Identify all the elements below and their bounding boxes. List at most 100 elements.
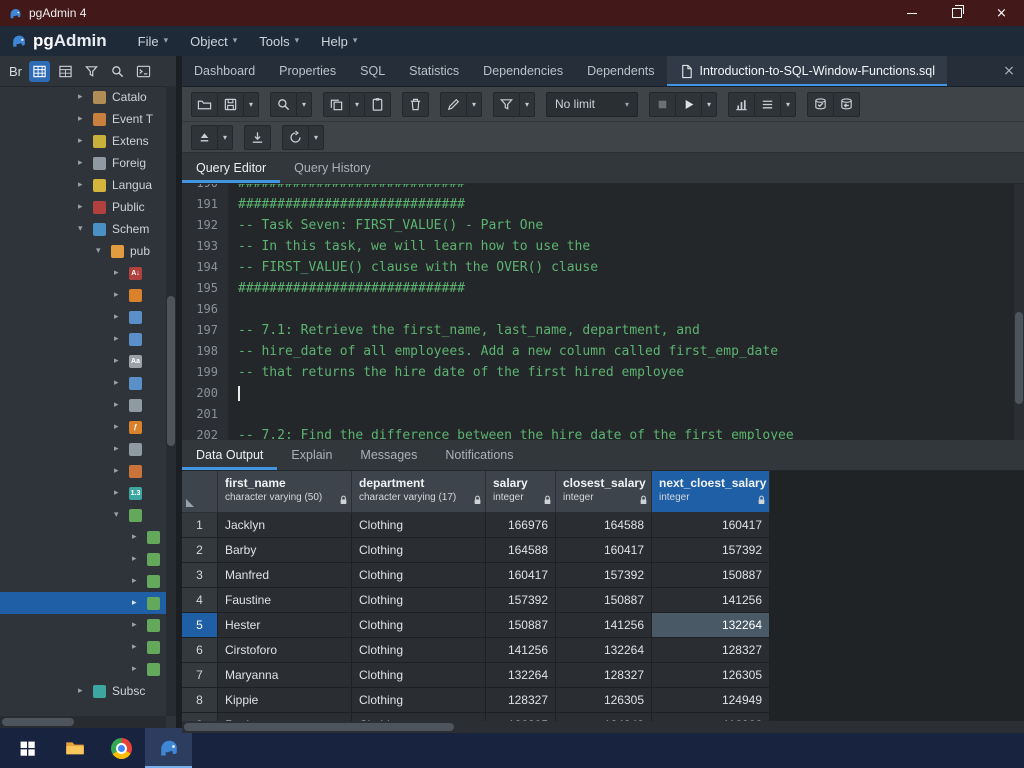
view-data-icon[interactable] [55, 61, 76, 82]
select-all-corner[interactable] [182, 471, 218, 513]
filter-rows-icon[interactable] [81, 61, 102, 82]
explain-button[interactable] [728, 91, 755, 117]
cell[interactable]: 126305 [652, 663, 770, 688]
cell[interactable]: 160417 [486, 563, 556, 588]
open-file-button[interactable] [191, 91, 218, 117]
chevron-right-icon[interactable]: ▸ [114, 334, 127, 344]
tree-item-procedures[interactable]: ▸ [0, 460, 176, 482]
tree-item-table-row-7[interactable]: ▸ [0, 658, 176, 680]
cell[interactable]: Clothing [352, 588, 486, 613]
tab-dashboard[interactable]: Dashboard [182, 56, 267, 86]
chevron-right-icon[interactable]: ▸ [78, 202, 91, 212]
cell[interactable]: 116966 [652, 713, 770, 721]
tree-item-table-row-6[interactable]: ▸ [0, 636, 176, 658]
chevron-right-icon[interactable]: ▸ [132, 532, 145, 542]
browser-hscrollbar-thumb[interactable] [2, 718, 74, 726]
explain-options-dropdown[interactable]: ▾ [780, 91, 796, 117]
cell[interactable]: 164588 [556, 513, 652, 538]
tab-query-editor[interactable]: Query Editor [182, 153, 280, 183]
delete-button[interactable] [402, 91, 429, 117]
cell[interactable]: Clothing [352, 713, 486, 721]
chevron-right-icon[interactable]: ▸ [132, 598, 145, 608]
psql-tool-icon[interactable] [133, 61, 154, 82]
chevron-right-icon[interactable]: ▸ [132, 620, 145, 630]
results-hscrollbar-thumb[interactable] [184, 723, 454, 731]
cell[interactable]: 141256 [652, 588, 770, 613]
chevron-down-icon[interactable]: ▾ [78, 224, 91, 234]
minimize-button[interactable] [889, 0, 934, 26]
cell[interactable]: Clothing [352, 538, 486, 563]
execute-options-dropdown[interactable]: ▾ [701, 91, 717, 117]
cell[interactable]: Manfred [218, 563, 352, 588]
cell[interactable]: Faustine [218, 588, 352, 613]
chevron-right-icon[interactable]: ▸ [78, 158, 91, 168]
tree-item-sequences[interactable]: ▸ 1.3 [0, 482, 176, 504]
cell[interactable]: 124949 [556, 713, 652, 721]
cell[interactable]: 141256 [556, 613, 652, 638]
commit-button[interactable] [807, 91, 834, 117]
tree-item-table-row-2[interactable]: ▸ [0, 548, 176, 570]
browser-horizontal-scrollbar[interactable] [0, 716, 166, 728]
copy-button[interactable] [323, 91, 350, 117]
cell[interactable]: 128327 [556, 663, 652, 688]
row-number[interactable]: 2 [182, 538, 218, 563]
find-options-dropdown[interactable]: ▾ [296, 91, 312, 117]
tab-query-history[interactable]: Query History [280, 153, 384, 183]
editor-scrollbar-thumb[interactable] [1015, 312, 1023, 404]
row-number[interactable]: 3 [182, 563, 218, 588]
chevron-right-icon[interactable]: ▸ [114, 488, 127, 498]
search-objects-icon[interactable] [107, 61, 128, 82]
tree-item-event-triggers[interactable]: ▸ Event T [0, 108, 176, 130]
chevron-right-icon[interactable]: ▸ [114, 378, 127, 388]
row-number[interactable]: 4 [182, 588, 218, 613]
row-limit-select[interactable]: No limit ▾ [546, 91, 638, 117]
tree-item-schema-public[interactable]: ▾ pub [0, 240, 176, 262]
column-header-department[interactable]: department character varying (17) [352, 471, 486, 513]
cell[interactable]: 124949 [652, 688, 770, 713]
cell[interactable]: Clothing [352, 563, 486, 588]
cell[interactable]: 160417 [556, 538, 652, 563]
tree-item-languages[interactable]: ▸ Langua [0, 174, 176, 196]
rollback-button[interactable] [833, 91, 860, 117]
chevron-right-icon[interactable]: ▸ [132, 664, 145, 674]
cell[interactable]: 132264 [556, 638, 652, 663]
menu-file[interactable]: File ▾ [127, 26, 179, 56]
row-number[interactable]: 8 [182, 688, 218, 713]
connection-options-dropdown[interactable]: ▾ [217, 124, 233, 150]
tree-item-collations[interactable]: ▸ A↓ [0, 262, 176, 284]
start-button[interactable] [4, 728, 51, 768]
cell[interactable]: 150887 [652, 563, 770, 588]
cell[interactable]: Clothing [352, 663, 486, 688]
row-number[interactable]: 5 [182, 613, 218, 638]
cell[interactable]: Clothing [352, 513, 486, 538]
chevron-right-icon[interactable]: ▸ [78, 136, 91, 146]
results-horizontal-scrollbar[interactable] [182, 721, 1024, 733]
row-number[interactable]: 6 [182, 638, 218, 663]
tree-item-table-row-3[interactable]: ▸ [0, 570, 176, 592]
chevron-right-icon[interactable]: ▸ [132, 642, 145, 652]
chevron-right-icon[interactable]: ▸ [78, 114, 91, 124]
panel-close-button[interactable]: × [994, 56, 1024, 86]
tree-item-domains[interactable]: ▸ [0, 284, 176, 306]
cell[interactable]: 157392 [652, 538, 770, 563]
browser-vertical-scrollbar[interactable] [166, 86, 176, 716]
tab-dependents[interactable]: Dependents [575, 56, 666, 86]
cell[interactable]: 141256 [486, 638, 556, 663]
cell[interactable]: Maryanna [218, 663, 352, 688]
chevron-right-icon[interactable]: ▸ [114, 400, 127, 410]
cell[interactable]: Jacklyn [218, 513, 352, 538]
column-header-salary[interactable]: salary integer [486, 471, 556, 513]
tab-dependencies[interactable]: Dependencies [471, 56, 575, 86]
tab-properties[interactable]: Properties [267, 56, 348, 86]
tab-sql[interactable]: SQL [348, 56, 397, 86]
cell[interactable]: 157392 [486, 588, 556, 613]
query-editor[interactable]: 190191192193194195196197198199200201202 … [182, 184, 1024, 440]
cell[interactable]: 128327 [652, 638, 770, 663]
execute-button[interactable] [675, 91, 702, 117]
chevron-right-icon[interactable]: ▸ [78, 686, 91, 696]
editor-code[interactable]: ############################# ###########… [228, 184, 1024, 440]
cell[interactable]: 150887 [486, 613, 556, 638]
cell[interactable]: Kippie [218, 688, 352, 713]
cell[interactable]: 128327 [486, 688, 556, 713]
connection-status-button[interactable] [191, 124, 218, 150]
